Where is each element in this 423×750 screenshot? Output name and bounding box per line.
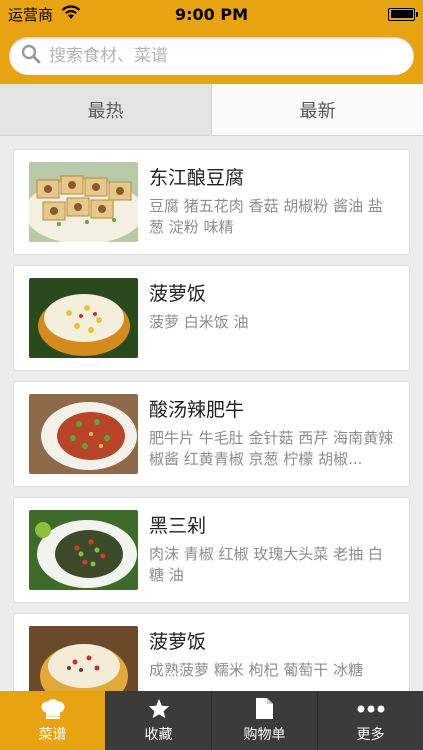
search-icon [21, 44, 41, 68]
document-icon [256, 698, 273, 720]
recipe-title: 酸汤辣肥牛 [149, 399, 245, 421]
recipe-ingredients: 成熟菠萝 糯米 枸杞 葡萄干 冰糖 [149, 661, 364, 679]
wifi-icon [61, 4, 81, 24]
tab-hottest[interactable]: 最热 [0, 84, 212, 135]
recipe-ingredients: 肉沫 青椒 红椒 玫瑰大头菜 老抽 白糖 油 [149, 545, 383, 584]
tab-newest[interactable]: 最新 [212, 84, 423, 135]
tab-favorites[interactable]: 收藏 [106, 691, 212, 750]
carrier-label: 运营商 [8, 5, 54, 24]
recipe-thumbnail [29, 278, 138, 358]
recipe-title: 菠萝饭 [149, 283, 207, 305]
sort-tabs: 最热 最新 [0, 84, 423, 136]
tab-shopping-list[interactable]: 购物单 [212, 691, 318, 750]
recipe-ingredients: 豆腐 猪五花肉 香菇 胡椒粉 酱油 盐葱 淀粉 味精 [149, 197, 383, 236]
search-bar[interactable] [9, 37, 414, 75]
star-icon [148, 698, 170, 720]
recipe-ingredients: 菠萝 白米饭 油 [149, 313, 249, 331]
list-item[interactable]: 菠萝饭 菠萝 白米饭 油 [13, 265, 410, 371]
recipe-title: 黑三剁 [149, 515, 207, 537]
more-dots-icon [357, 698, 385, 720]
list-item[interactable]: 酸汤辣肥牛 肥牛片 牛毛肚 金针菇 西芹 海南黄辣椒酱 红黄青椒 京葱 柠檬 胡… [13, 381, 410, 487]
recipe-list: 东江酿豆腐 豆腐 猪五花肉 香菇 胡椒粉 酱油 盐葱 淀粉 味精 菠萝饭 菠萝 … [13, 149, 410, 729]
recipe-ingredients: 肥牛片 牛毛肚 金针菇 西芹 海南黄辣椒酱 红黄青椒 京葱 柠檬 胡椒... [149, 429, 394, 468]
tab-recipes[interactable]: 菜谱 [0, 691, 106, 750]
list-item[interactable]: 东江酿豆腐 豆腐 猪五花肉 香菇 胡椒粉 酱油 盐葱 淀粉 味精 [13, 149, 410, 255]
tab-label: 购物单 [243, 726, 286, 743]
tab-label: 更多 [356, 726, 385, 743]
recipe-thumbnail [29, 394, 138, 474]
recipe-thumbnail [29, 162, 138, 242]
tab-label: 菜谱 [38, 726, 67, 743]
search-input[interactable] [49, 46, 402, 66]
tab-label: 收藏 [144, 726, 173, 743]
chef-hat-icon [40, 698, 66, 720]
bottom-tab-bar: 菜谱 收藏 购物单 更多 [0, 691, 423, 750]
recipe-title: 东江酿豆腐 [149, 167, 245, 189]
battery-icon [388, 7, 418, 21]
search-header [0, 28, 423, 84]
status-bar: 运营商 9:00 PM [0, 0, 423, 28]
tab-more[interactable]: 更多 [318, 691, 423, 750]
recipe-thumbnail [29, 510, 138, 590]
list-item[interactable]: 黑三剁 肉沫 青椒 红椒 玫瑰大头菜 老抽 白糖 油 [13, 497, 410, 603]
recipe-title: 菠萝饭 [149, 631, 207, 653]
